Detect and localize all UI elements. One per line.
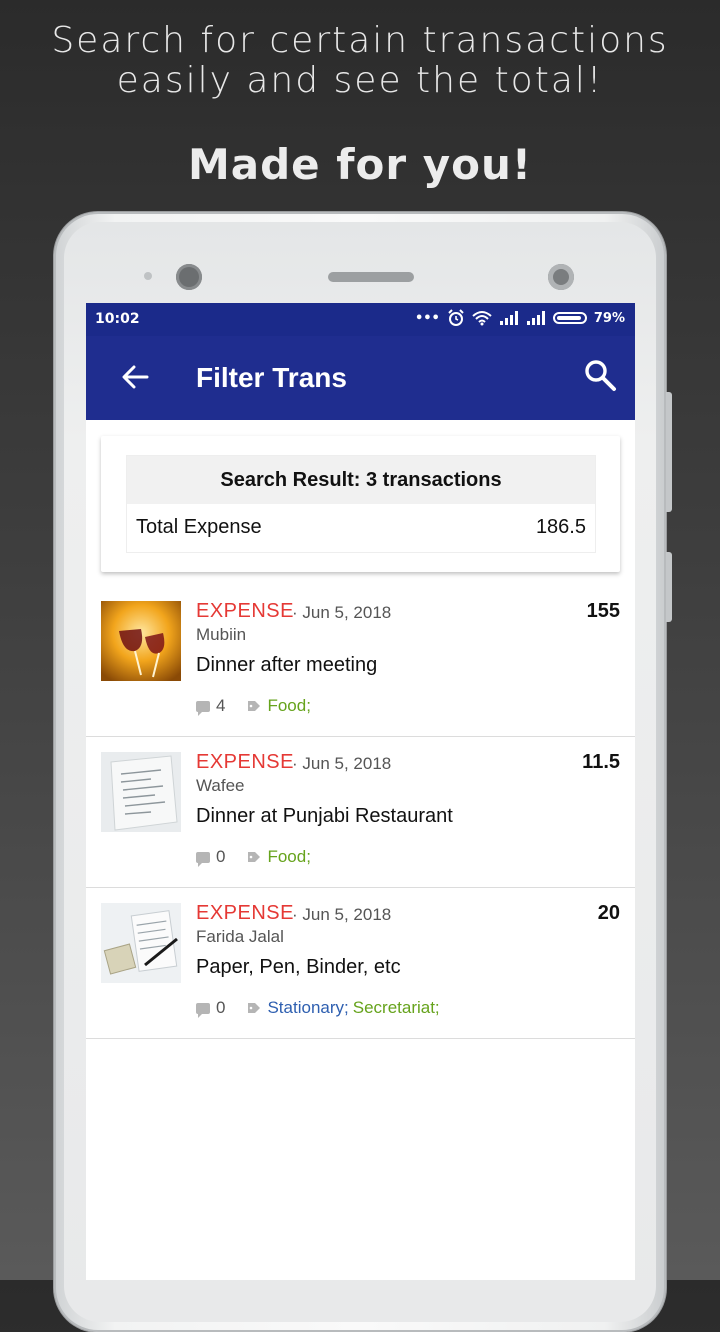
page-title: Filter Trans xyxy=(196,362,347,393)
transaction-item[interactable]: EXPENSE · Jun 5, 2018 20 Farida Jalal Pa… xyxy=(86,888,635,1039)
transaction-thumbnail xyxy=(101,752,181,832)
wifi-icon xyxy=(472,311,492,326)
status-icons: ••• 79% xyxy=(415,309,625,327)
transaction-thumbnail xyxy=(101,601,181,681)
category-label[interactable]: Food; xyxy=(267,847,310,867)
light-sensor xyxy=(548,264,574,290)
transaction-date: · Jun 5, 2018 xyxy=(292,754,392,773)
transaction-payee: Wafee xyxy=(196,776,245,795)
promo-headline: Made for you! xyxy=(187,140,533,189)
transaction-payee: Farida Jalal xyxy=(196,927,284,946)
transaction-thumbnail xyxy=(101,903,181,983)
transaction-meta: 4 Food; xyxy=(196,696,315,716)
signal-icon-2 xyxy=(526,311,545,325)
transaction-amount: 11.5 xyxy=(582,751,620,773)
search-summary-card: Search Result: 3 transactions Total Expe… xyxy=(101,436,620,572)
transaction-date: · Jun 5, 2018 xyxy=(292,603,392,622)
transaction-list: EXPENSE · Jun 5, 2018 155 Mubiin Dinner … xyxy=(86,586,635,1039)
transaction-type: EXPENSE xyxy=(196,751,294,773)
alarm-icon xyxy=(448,309,464,326)
transaction-description: Dinner after meeting xyxy=(196,654,378,676)
transaction-description: Paper, Pen, Binder, etc xyxy=(196,956,401,978)
proximity-sensor xyxy=(144,272,152,280)
category-label[interactable]: Stationary; xyxy=(267,998,348,1018)
search-icon[interactable] xyxy=(583,358,617,392)
category-label[interactable]: Food; xyxy=(267,696,310,716)
status-bar: 10:02 ••• 79% xyxy=(86,303,635,336)
transaction-type: EXPENSE xyxy=(196,600,294,622)
promo-line-2: easily and see the total! xyxy=(116,60,604,101)
comment-count: 4 xyxy=(216,696,226,715)
transaction-description: Dinner at Punjabi Restaurant xyxy=(196,805,453,827)
app-bar: Filter Trans xyxy=(86,336,635,420)
battery-percent: 79% xyxy=(593,310,625,326)
total-expense-row: Total Expense 186.5 xyxy=(127,504,595,552)
back-arrow-icon[interactable] xyxy=(120,362,150,392)
battery-icon xyxy=(552,312,587,324)
comment-count: 0 xyxy=(216,998,226,1017)
tag-icon xyxy=(248,701,261,711)
promo-line-1: Search for certain transactions xyxy=(51,20,669,61)
transaction-date: · Jun 5, 2018 xyxy=(292,905,392,924)
search-result-header: Search Result: 3 transactions xyxy=(127,456,595,504)
status-time: 10:02 xyxy=(95,311,140,327)
comment-count: 0 xyxy=(216,847,226,866)
earpiece-speaker xyxy=(328,272,414,282)
app-screen: 10:02 ••• 79% Filter Trans Search Result… xyxy=(86,303,635,1280)
transaction-meta: 0 Food; xyxy=(196,847,315,867)
tag-icon xyxy=(248,1003,261,1013)
comment-icon xyxy=(196,1002,210,1018)
summary-table: Search Result: 3 transactions Total Expe… xyxy=(126,455,596,553)
transaction-amount: 20 xyxy=(597,902,620,924)
power-button xyxy=(666,552,672,622)
category-label[interactable]: Secretariat; xyxy=(353,998,440,1018)
comment-icon xyxy=(196,700,210,716)
signal-icon-1 xyxy=(499,311,518,325)
total-expense-value: 186.5 xyxy=(535,516,586,538)
comment-icon xyxy=(196,851,210,867)
total-expense-label: Total Expense xyxy=(136,516,262,538)
more-dots-icon: ••• xyxy=(414,310,440,326)
transaction-type: EXPENSE xyxy=(196,902,294,924)
tag-icon xyxy=(248,852,261,862)
front-camera xyxy=(176,264,202,290)
volume-button xyxy=(666,392,672,512)
transaction-item[interactable]: EXPENSE · Jun 5, 2018 155 Mubiin Dinner … xyxy=(86,586,635,737)
transaction-payee: Mubiin xyxy=(196,625,247,644)
transaction-item[interactable]: EXPENSE · Jun 5, 2018 11.5 Wafee Dinner … xyxy=(86,737,635,888)
transaction-meta: 0 Stationary; Secretariat; xyxy=(196,998,444,1018)
transaction-amount: 155 xyxy=(586,600,620,622)
